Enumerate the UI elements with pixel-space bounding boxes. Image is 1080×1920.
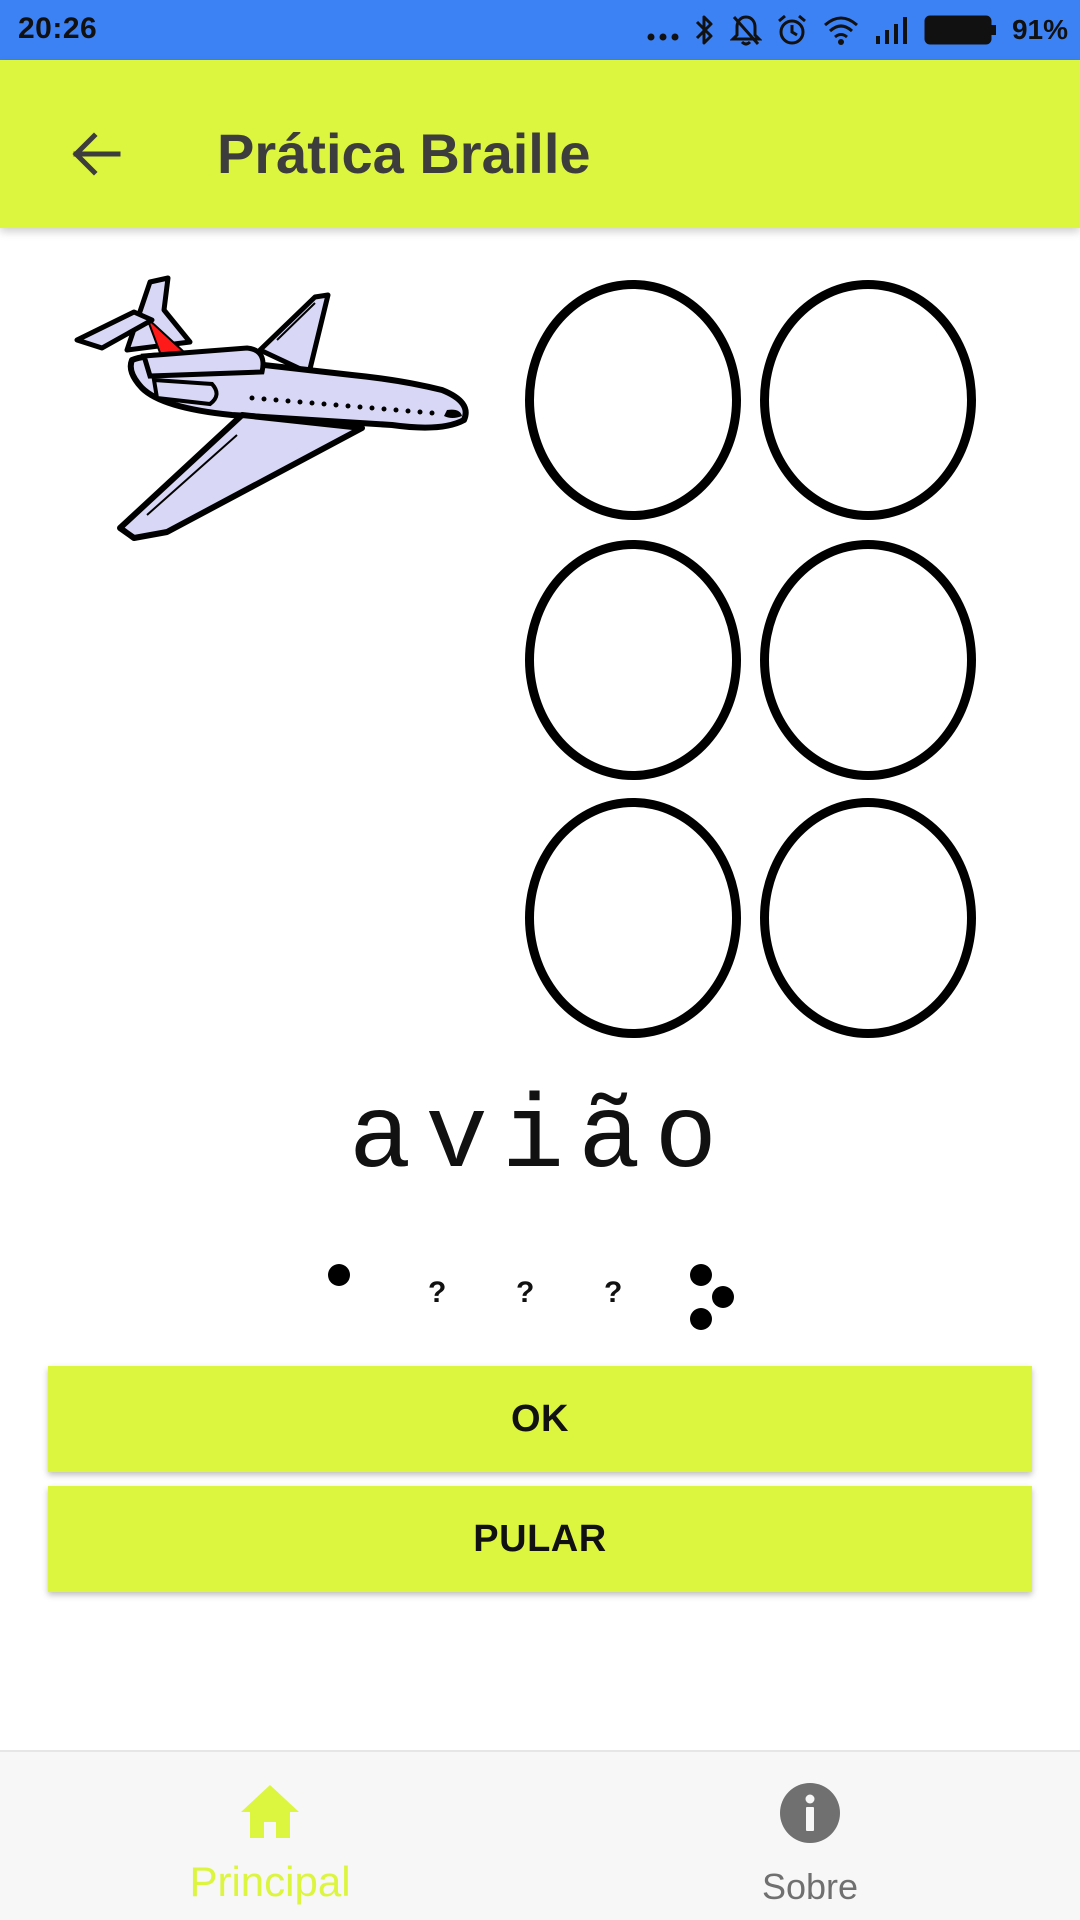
braille-dot-1[interactable] (525, 280, 741, 520)
braille-mini-dot (328, 1264, 350, 1286)
more-dots-icon (646, 15, 680, 45)
braille-mini-dot (690, 1264, 712, 1286)
braille-dot-3[interactable] (525, 798, 741, 1038)
braille-mini-dot (690, 1308, 712, 1330)
unknown-symbol: ? (604, 1276, 623, 1309)
braille-dot-6[interactable] (760, 798, 976, 1038)
home-icon (241, 1785, 299, 1838)
alarm-icon (776, 13, 808, 47)
battery-percent: 91% (1011, 14, 1068, 45)
braille-char-a (320, 1256, 408, 1336)
nav-label-sobre: Sobre (761, 1866, 859, 1907)
status-bar: 20:26 91% (0, 0, 1080, 60)
nav-item-sobre[interactable]: Sobre (540, 1752, 1080, 1920)
nav-item-principal[interactable]: Principal (0, 1752, 540, 1920)
arrow-back-icon (72, 132, 121, 176)
braille-preview: ? ? ? (320, 1256, 760, 1336)
status-time: 20:26 (18, 12, 98, 45)
status-icons: 91% (646, 6, 1068, 54)
page-title: Prática Braille (217, 122, 591, 185)
cell-signal-icon (874, 14, 910, 46)
nav-label-principal: Principal (189, 1858, 351, 1905)
braille-mini-dot (712, 1286, 734, 1308)
braille-dot-4[interactable] (760, 280, 976, 520)
back-button[interactable] (56, 114, 136, 194)
braille-cell (525, 280, 995, 1050)
wifi-icon (822, 14, 860, 46)
bottom-navigation: Principal Sobre (0, 1750, 1080, 1920)
bluetooth-icon (694, 13, 716, 47)
app-bar: Prática Braille (0, 60, 1080, 228)
skip-button[interactable]: PULAR (48, 1486, 1032, 1592)
braille-dot-2[interactable] (525, 540, 741, 780)
battery-icon (924, 13, 998, 47)
braille-char-unknown: ? (584, 1256, 672, 1336)
braille-char-unknown: ? (408, 1256, 496, 1336)
unknown-symbol: ? (516, 1276, 535, 1309)
notifications-off-icon (729, 13, 762, 47)
info-icon (780, 1783, 840, 1843)
practice-word: avião (348, 1080, 732, 1198)
airplane-illustration (72, 270, 522, 550)
braille-char-o (672, 1256, 760, 1336)
ok-button[interactable]: OK (48, 1366, 1032, 1472)
unknown-symbol: ? (428, 1276, 447, 1309)
braille-dot-5[interactable] (760, 540, 976, 780)
braille-char-unknown: ? (496, 1256, 584, 1336)
